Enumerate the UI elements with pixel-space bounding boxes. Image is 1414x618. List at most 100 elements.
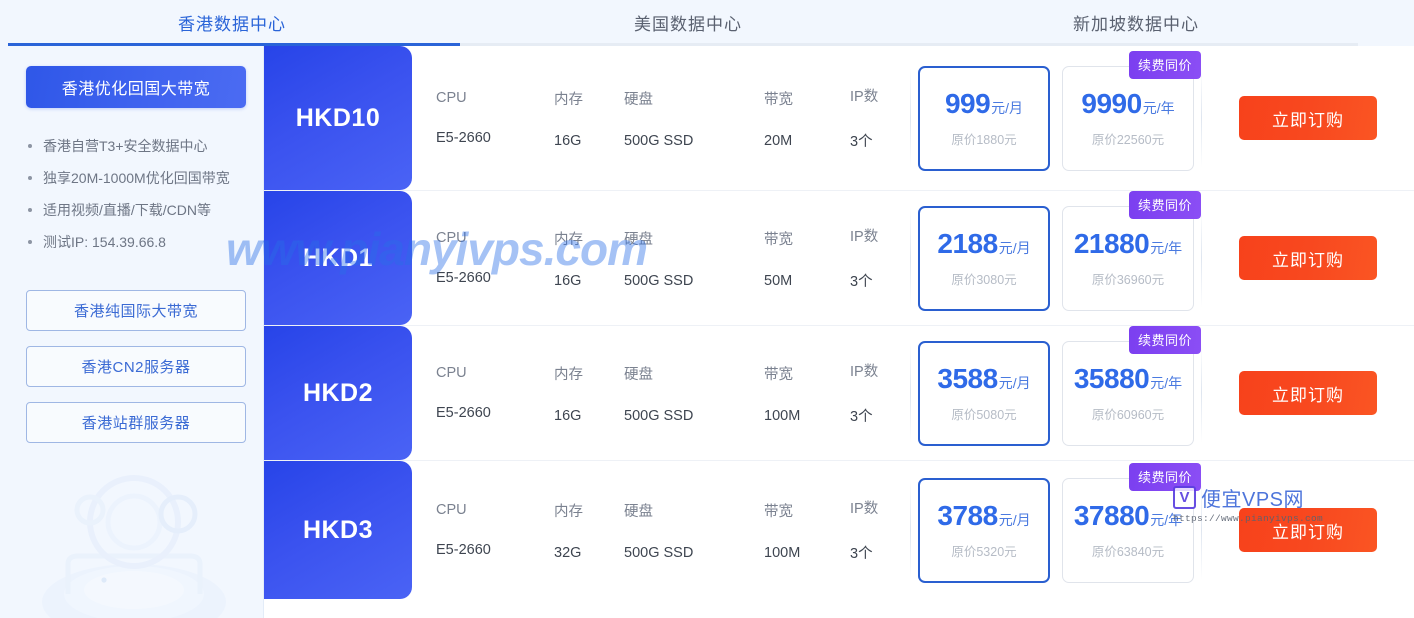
spec-disk: 硬盘 500G SSD (624, 228, 764, 289)
spec-value-disk: 500G SSD (624, 272, 694, 289)
sidebar-primary-category-button[interactable]: 香港优化回国大带宽 (26, 66, 246, 108)
spec-disk: 硬盘 500G SSD (624, 363, 764, 424)
plan-list: HKD10 CPU E5-2660 内存 16G 硬盘 500G SSD 带宽 … (264, 46, 1414, 618)
plan-specs: CPU E5-2660 内存 16G 硬盘 500G SSD 带宽 20M IP… (412, 46, 910, 190)
plan-name-badge: HKD2 (264, 326, 412, 460)
price-options: 2188 元/月 原价3080元 续费同价 21880 元/年 原价36960元 (911, 190, 1201, 325)
renew-same-price-badge: 续费同价 (1128, 325, 1201, 354)
price-unit: 元/年 (1150, 512, 1183, 528)
order-now-button[interactable]: 立即订购 (1239, 508, 1377, 552)
price-amount: 21880 (1073, 228, 1150, 259)
price-amount: 3788 (937, 500, 998, 531)
plan-name: HKD2 (302, 378, 374, 407)
spec-memory: 内存 32G (554, 500, 624, 561)
spec-header-memory: 内存 (554, 231, 583, 248)
spec-value-ip: 3个 (850, 134, 873, 150)
price-line: 999 元/月 (945, 88, 1023, 120)
price-option-yearly[interactable]: 续费同价 37880 元/年 原价63840元 (1062, 462, 1201, 583)
spec-bandwidth: 带宽 20M (764, 88, 850, 149)
price-original: 原价36960元 (1091, 273, 1165, 287)
price-unit: 元/年 (1142, 100, 1175, 116)
spec-value-bandwidth: 100M (764, 407, 801, 424)
plan-specs: CPU E5-2660 内存 16G 硬盘 500G SSD 带宽 100M I… (412, 326, 910, 460)
price-original: 原价60960元 (1091, 408, 1165, 422)
sidebar-item-label: 香港纯国际大带宽 (73, 303, 198, 320)
price-option-monthly[interactable]: 999 元/月 原价1880元 (918, 65, 1050, 171)
tab-singapore-datacenter[interactable]: 新加坡数据中心 (912, 0, 1360, 44)
price-amount: 37880 (1073, 500, 1150, 531)
spec-header-bandwidth: 带宽 (764, 91, 793, 108)
order-cell: 立即订购 (1202, 46, 1414, 190)
price-amount: 2188 (937, 228, 998, 259)
order-now-button[interactable]: 立即订购 (1239, 371, 1377, 415)
order-now-button[interactable]: 立即订购 (1239, 236, 1377, 280)
price-option-yearly[interactable]: 续费同价 21880 元/年 原价36960元 (1062, 190, 1201, 311)
renew-same-price-badge: 续费同价 (1128, 462, 1201, 491)
spec-header-cpu: CPU (436, 502, 467, 518)
spec-ip: IP数 3个 (850, 225, 910, 291)
spec-value-bandwidth: 20M (764, 132, 793, 149)
price-unit: 元/年 (1150, 240, 1183, 256)
spec-bandwidth: 带宽 100M (764, 500, 850, 561)
plan-row: HKD2 CPU E5-2660 内存 16G 硬盘 500G SSD 带宽 1… (264, 325, 1414, 461)
price-unit: 元/月 (991, 100, 1024, 116)
price-line: 37880 元/年 (1074, 500, 1182, 532)
spec-header-memory: 内存 (554, 503, 583, 520)
server-illustration-decoration (42, 475, 226, 618)
spec-memory: 内存 16G (554, 88, 624, 149)
feature-item: 香港自营T3+安全数据中心 (26, 130, 250, 162)
spec-header-ip: IP数 (850, 501, 879, 517)
spec-cpu: CPU E5-2660 (436, 365, 554, 421)
price-option-monthly[interactable]: 3788 元/月 原价5320元 (918, 477, 1050, 583)
spec-header-disk: 硬盘 (624, 91, 653, 108)
plan-name: HKD10 (295, 103, 381, 132)
tab-label: 香港数据中心 (178, 14, 286, 34)
plan-specs: CPU E5-2660 内存 32G 硬盘 500G SSD 带宽 100M I… (412, 461, 910, 599)
price-option-yearly[interactable]: 续费同价 9990 元/年 原价22560元 (1062, 50, 1201, 171)
spec-header-bandwidth: 带宽 (764, 366, 793, 383)
sidebar-item-pure-international-bandwidth[interactable]: 香港纯国际大带宽 (26, 290, 246, 331)
spec-disk: 硬盘 500G SSD (624, 500, 764, 561)
spec-value-bandwidth: 50M (764, 272, 793, 289)
sidebar-item-label: 香港站群服务器 (81, 415, 191, 432)
price-original: 原价63840元 (1091, 545, 1165, 559)
spec-header-cpu: CPU (436, 230, 467, 246)
plan-row: HKD1 CPU E5-2660 内存 16G 硬盘 500G SSD 带宽 5… (264, 190, 1414, 326)
order-cell: 立即订购 (1202, 191, 1414, 325)
order-now-button[interactable]: 立即订购 (1239, 96, 1377, 140)
plan-name: HKD1 (302, 243, 374, 272)
price-option-monthly[interactable]: 3588 元/月 原价5080元 (918, 340, 1050, 446)
spec-value-cpu: E5-2660 (436, 405, 491, 421)
spec-memory: 内存 16G (554, 363, 624, 424)
spec-value-ip: 3个 (850, 546, 873, 562)
spec-disk: 硬盘 500G SSD (624, 88, 764, 149)
feature-item: 独享20M-1000M优化回国带宽 (26, 162, 250, 194)
order-cell: 立即订购 (1202, 461, 1414, 599)
plan-row: HKD3 CPU E5-2660 内存 32G 硬盘 500G SSD 带宽 1… (264, 461, 1414, 599)
sidebar-item-label: 香港CN2服务器 (81, 359, 191, 376)
sidebar: 香港优化回国大带宽 香港自营T3+安全数据中心 独享20M-1000M优化回国带… (0, 46, 264, 618)
price-line: 21880 元/年 (1074, 228, 1182, 260)
price-line: 3788 元/月 (937, 500, 1030, 532)
spec-value-disk: 500G SSD (624, 544, 694, 561)
price-original: 原价5080元 (951, 408, 1017, 422)
spec-value-cpu: E5-2660 (436, 542, 491, 558)
spec-bandwidth: 带宽 50M (764, 228, 850, 289)
sidebar-item-cn2-server[interactable]: 香港CN2服务器 (26, 346, 246, 387)
tab-usa-datacenter[interactable]: 美国数据中心 (464, 0, 912, 44)
price-original: 原价3080元 (951, 273, 1017, 287)
renew-same-price-badge: 续费同价 (1128, 190, 1201, 219)
price-amount: 3588 (937, 363, 998, 394)
price-option-monthly[interactable]: 2188 元/月 原价3080元 (918, 205, 1050, 311)
tab-hongkong-datacenter[interactable]: 香港数据中心 (0, 0, 464, 44)
spec-value-memory: 16G (554, 272, 582, 289)
spec-value-disk: 500G SSD (624, 132, 694, 149)
price-option-yearly[interactable]: 续费同价 35880 元/年 原价60960元 (1062, 325, 1201, 446)
plan-specs: CPU E5-2660 内存 16G 硬盘 500G SSD 带宽 50M IP… (412, 191, 910, 325)
renew-same-price-badge: 续费同价 (1128, 50, 1201, 79)
price-line: 3588 元/月 (937, 363, 1030, 395)
price-amount: 999 (944, 88, 991, 119)
spec-value-memory: 16G (554, 132, 582, 149)
sidebar-item-site-cluster-server[interactable]: 香港站群服务器 (26, 402, 246, 443)
spec-header-ip: IP数 (850, 364, 879, 380)
